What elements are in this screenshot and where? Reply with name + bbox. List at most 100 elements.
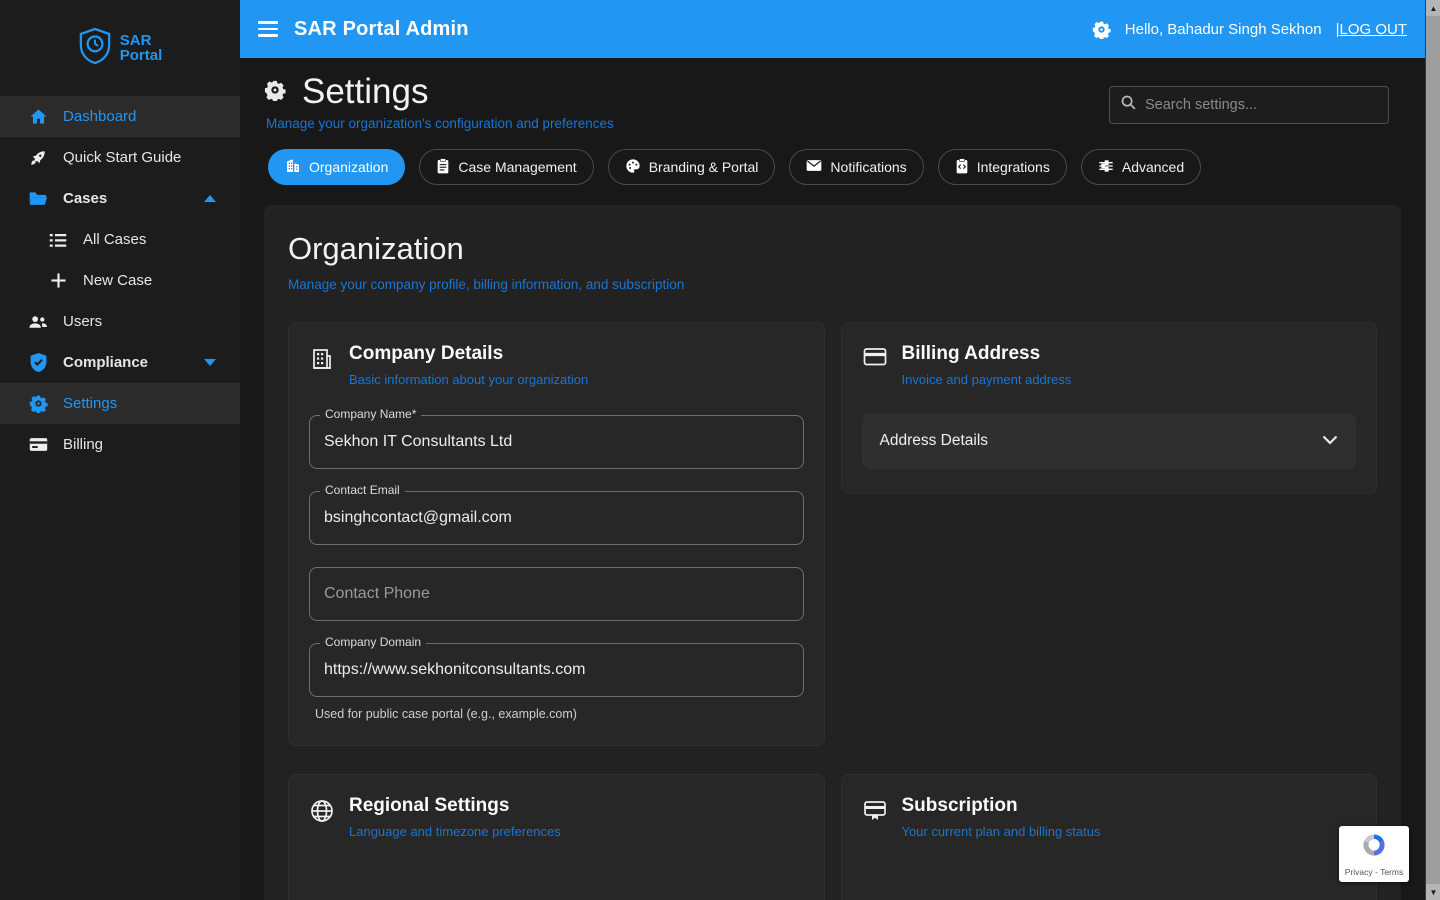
folder-open-icon <box>28 189 48 209</box>
sidebar-item-label: Quick Start Guide <box>63 149 181 166</box>
card-title: Subscription <box>902 795 1101 817</box>
tab-advanced[interactable]: Advanced <box>1081 149 1201 185</box>
tab-label: Case Management <box>458 159 576 175</box>
tune-icon <box>1098 158 1114 177</box>
tab-notifications[interactable]: Notifications <box>789 149 923 185</box>
clipboard-icon <box>436 158 450 177</box>
company-name-field-wrap: Company Name* <box>309 415 804 469</box>
logout-link[interactable]: |LOG OUT <box>1336 21 1407 38</box>
scroll-down-icon[interactable]: ▼ <box>1426 884 1440 900</box>
scroll-up-icon[interactable]: ▲ <box>1426 0 1440 16</box>
tab-case-management[interactable]: Case Management <box>419 149 593 185</box>
recaptcha-label: Privacy - Terms <box>1345 867 1403 877</box>
envelope-icon <box>806 159 822 175</box>
plus-icon <box>48 271 68 291</box>
tab-label: Branding & Portal <box>649 159 759 175</box>
logo-text: SAR Portal <box>120 33 163 63</box>
tab-label: Organization <box>309 159 388 175</box>
sidebar-item-label: Billing <box>63 436 103 453</box>
sidebar-item-dashboard[interactable]: Dashboard <box>0 96 240 137</box>
recaptcha-badge[interactable]: Privacy - Terms <box>1339 826 1409 882</box>
sidebar-item-label: All Cases <box>83 231 146 248</box>
globe-icon <box>309 795 335 839</box>
company-domain-field-wrap: Company Domain Used for public case port… <box>309 643 804 721</box>
page-title: Settings <box>302 72 428 112</box>
sidebar-item-label: Users <box>63 313 102 330</box>
sidebar-item-cases[interactable]: Cases <box>0 178 240 219</box>
gear-icon <box>28 394 48 414</box>
billing-address-card: Billing Address Invoice and payment addr… <box>841 322 1378 494</box>
settings-tabs: Organization Case Management Branding & … <box>240 131 1425 185</box>
contact-phone-field[interactable] <box>309 567 804 621</box>
search-input[interactable] <box>1145 97 1378 113</box>
sidebar: SAR Portal Dashboard Quick Start Guide C… <box>0 0 240 900</box>
app-title: SAR Portal Admin <box>294 18 469 41</box>
section-subtitle: Manage your company profile, billing inf… <box>288 277 1377 292</box>
sidebar-item-settings[interactable]: Settings <box>0 383 240 424</box>
home-icon <box>28 107 48 127</box>
field-label: Contact Email <box>320 483 405 497</box>
tab-label: Notifications <box>830 159 906 175</box>
tab-organization[interactable]: Organization <box>268 149 405 185</box>
card-subtitle: Basic information about your organizatio… <box>349 372 588 387</box>
regional-settings-card: Regional Settings Language and timezone … <box>288 774 825 900</box>
sidebar-item-users[interactable]: Users <box>0 301 240 342</box>
sidebar-item-label: Cases <box>63 190 107 207</box>
sidebar-item-compliance[interactable]: Compliance <box>0 342 240 383</box>
integration-icon <box>955 158 969 177</box>
company-details-card: Company Details Basic information about … <box>288 322 825 746</box>
card-title: Billing Address <box>902 343 1072 365</box>
sidebar-item-label: Settings <box>63 395 117 412</box>
gear-icon[interactable] <box>1092 20 1111 39</box>
building-icon <box>309 343 335 387</box>
sidebar-item-billing[interactable]: Billing <box>0 424 240 465</box>
main-content: Settings Manage your organization's conf… <box>240 58 1425 900</box>
app-logo: SAR Portal <box>0 0 240 96</box>
user-greeting: Hello, Bahadur Singh Sekhon <box>1125 21 1322 38</box>
accordion-label: Address Details <box>880 432 989 450</box>
sidebar-item-label: Dashboard <box>63 108 136 125</box>
sidebar-item-label: Compliance <box>63 354 148 371</box>
company-name-field[interactable] <box>309 415 804 469</box>
list-icon <box>48 230 68 250</box>
recaptcha-icon <box>1360 831 1388 864</box>
tab-label: Advanced <box>1122 159 1184 175</box>
chevron-down-icon[interactable] <box>204 359 216 366</box>
card-subtitle: Your current plan and billing status <box>902 824 1101 839</box>
tab-branding-portal[interactable]: Branding & Portal <box>608 149 776 185</box>
field-label: Company Domain <box>320 635 426 649</box>
sidebar-item-label: New Case <box>83 272 152 289</box>
sidebar-item-new-case[interactable]: New Case <box>0 260 240 301</box>
sidebar-item-all-cases[interactable]: All Cases <box>0 219 240 260</box>
top-app-bar: SAR Portal Admin Hello, Bahadur Singh Se… <box>240 0 1425 58</box>
chevron-down-icon <box>1322 432 1338 450</box>
search-icon <box>1120 94 1137 116</box>
sidebar-item-quick-start-guide[interactable]: Quick Start Guide <box>0 137 240 178</box>
subscription-card: Subscription Your current plan and billi… <box>841 774 1378 900</box>
company-domain-field[interactable] <box>309 643 804 697</box>
credit-card-icon <box>862 343 888 387</box>
field-label: Company Name* <box>320 407 421 421</box>
settings-search[interactable] <box>1109 86 1389 124</box>
palette-icon <box>625 158 641 177</box>
organization-panel: Organization Manage your company profile… <box>264 205 1401 900</box>
card-title: Regional Settings <box>349 795 561 817</box>
field-helper-text: Used for public case portal (e.g., examp… <box>315 707 804 721</box>
vertical-scrollbar[interactable]: ▲ ▼ <box>1425 0 1440 900</box>
shield-clock-logo-icon <box>78 27 112 70</box>
gear-icon <box>264 79 286 106</box>
chevron-up-icon[interactable] <box>204 195 216 202</box>
users-icon <box>28 312 48 332</box>
shield-check-icon <box>28 353 48 373</box>
address-details-accordion[interactable]: Address Details <box>862 413 1357 469</box>
menu-icon[interactable] <box>258 21 278 37</box>
card-subtitle: Invoice and payment address <box>902 372 1072 387</box>
contact-email-field[interactable] <box>309 491 804 545</box>
card-title: Company Details <box>349 343 588 365</box>
tab-label: Integrations <box>977 159 1050 175</box>
tab-integrations[interactable]: Integrations <box>938 149 1067 185</box>
card-subtitle: Language and timezone preferences <box>349 824 561 839</box>
building-icon <box>285 158 301 177</box>
section-title: Organization <box>288 231 1377 267</box>
rocket-icon <box>28 148 48 168</box>
